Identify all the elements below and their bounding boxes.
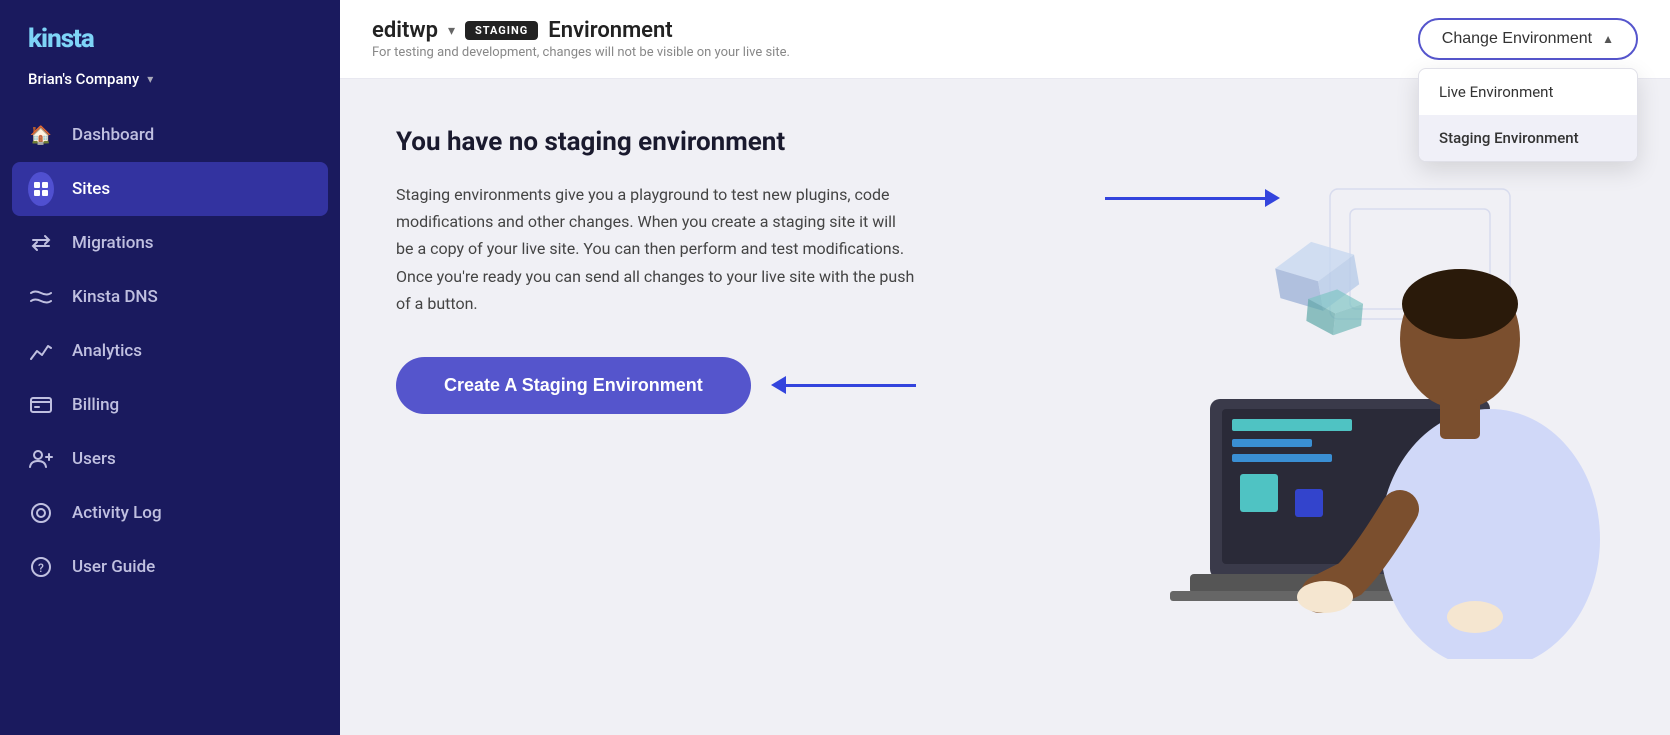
staging-illustration — [1130, 159, 1650, 663]
sidebar-item-label: User Guide — [72, 557, 155, 577]
sites-icon — [28, 176, 54, 202]
migrations-icon — [28, 230, 54, 256]
content-left-panel: You have no staging environment Staging … — [396, 127, 996, 414]
analytics-icon — [28, 338, 54, 364]
sidebar-item-users[interactable]: Users — [0, 432, 340, 486]
dropdown-item-staging[interactable]: Staging Environment — [1419, 115, 1637, 161]
create-btn-label: Create A Staging Environment — [444, 375, 703, 395]
users-icon — [28, 446, 54, 472]
sidebar-item-activity-log[interactable]: Activity Log — [0, 486, 340, 540]
dashboard-icon: 🏠 — [28, 122, 54, 148]
arrow-left-head — [771, 376, 786, 394]
header-subtitle: For testing and development, changes wil… — [372, 45, 790, 60]
sidebar-item-sites[interactable]: Sites — [12, 162, 328, 216]
sidebar-item-label: Migrations — [72, 233, 154, 253]
svg-text:?: ? — [38, 561, 44, 575]
sidebar-item-billing[interactable]: Billing — [0, 378, 340, 432]
create-staging-button[interactable]: Create A Staging Environment — [396, 357, 751, 414]
logo-text: kinsta — [28, 24, 94, 54]
site-name: editwp — [372, 18, 438, 43]
company-selector[interactable]: Brian's Company ▾ — [0, 64, 340, 108]
dropdown-item-live[interactable]: Live Environment — [1419, 69, 1637, 115]
env-label: Environment — [548, 18, 672, 43]
sidebar-item-label: Users — [72, 449, 116, 469]
sidebar: kinsta Brian's Company ▾ 🏠 Dashboard — [0, 0, 340, 735]
user-guide-icon: ? — [28, 554, 54, 580]
logo-area: kinsta — [0, 0, 340, 64]
main-content: editwp ▾ STAGING Environment For testing… — [340, 0, 1670, 735]
arrow-left-line — [786, 384, 916, 387]
activity-log-icon — [28, 500, 54, 526]
chevron-up-icon: ▲ — [1602, 32, 1614, 46]
live-env-label: Live Environment — [1439, 83, 1553, 101]
content-area: You have no staging environment Staging … — [340, 79, 1670, 735]
sidebar-item-label: Billing — [72, 395, 119, 415]
sidebar-item-label: Dashboard — [72, 125, 154, 145]
staging-description: Staging environments give you a playgrou… — [396, 181, 916, 317]
page-header: editwp ▾ STAGING Environment For testing… — [340, 0, 1670, 79]
sidebar-item-label: Kinsta DNS — [72, 287, 158, 307]
staging-badge: STAGING — [465, 21, 538, 40]
site-chevron-icon[interactable]: ▾ — [448, 23, 455, 39]
sidebar-item-label: Analytics — [72, 341, 142, 361]
no-staging-title: You have no staging environment — [396, 127, 996, 157]
sidebar-item-user-guide[interactable]: ? User Guide — [0, 540, 340, 594]
sidebar-item-migrations[interactable]: Migrations — [0, 216, 340, 270]
active-indicator — [28, 172, 54, 206]
company-chevron-icon: ▾ — [147, 72, 153, 86]
header-title-group: editwp ▾ STAGING Environment For testing… — [372, 18, 790, 60]
sidebar-item-kinsta-dns[interactable]: Kinsta DNS — [0, 270, 340, 324]
kinsta-dns-icon — [28, 284, 54, 310]
header-badge-row: editwp ▾ STAGING Environment — [372, 18, 790, 43]
sidebar-item-dashboard[interactable]: 🏠 Dashboard — [0, 108, 340, 162]
change-environment-button[interactable]: Change Environment ▲ — [1418, 18, 1638, 60]
header-left: editwp ▾ STAGING Environment For testing… — [372, 18, 790, 60]
staging-env-label: Staging Environment — [1439, 129, 1579, 147]
company-name: Brian's Company — [28, 70, 139, 88]
environment-dropdown: Live Environment Staging Environment — [1418, 68, 1638, 162]
sidebar-item-label: Sites — [72, 179, 110, 199]
change-env-label: Change Environment — [1442, 30, 1592, 48]
sidebar-nav: 🏠 Dashboard Sites — [0, 108, 340, 594]
arrow-left-annotation — [771, 376, 916, 394]
logo: kinsta — [28, 24, 312, 54]
sidebar-item-analytics[interactable]: Analytics — [0, 324, 340, 378]
billing-icon — [28, 392, 54, 418]
sidebar-item-label: Activity Log — [72, 503, 162, 523]
